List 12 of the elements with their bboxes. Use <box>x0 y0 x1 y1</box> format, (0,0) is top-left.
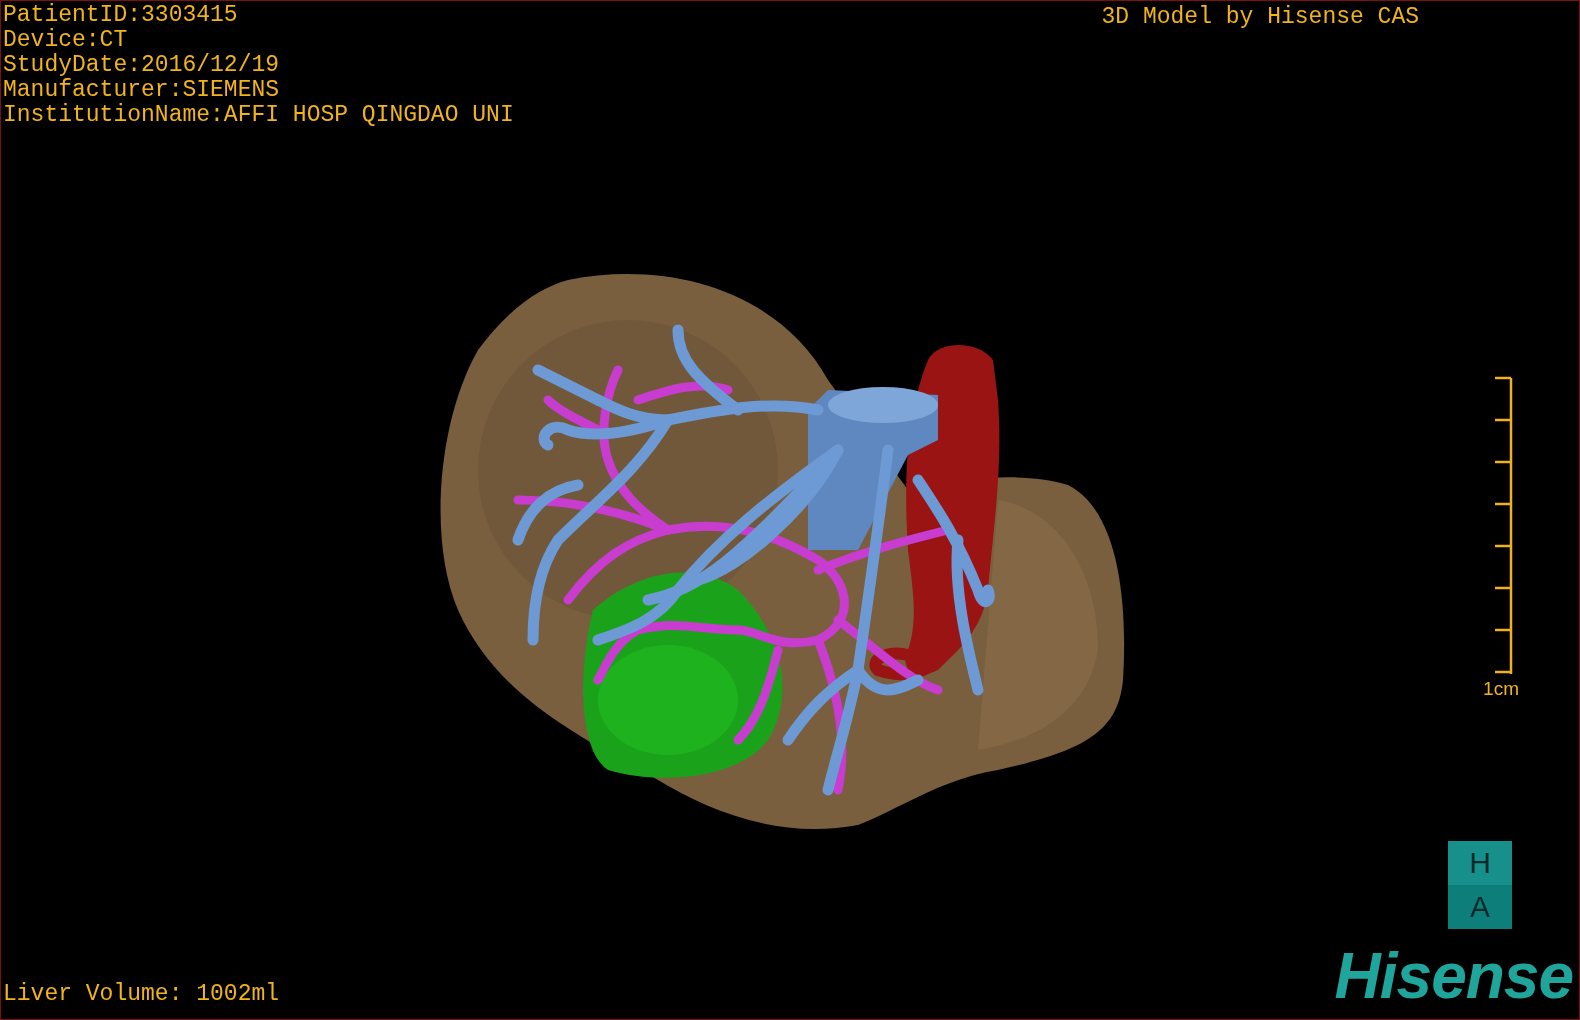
cube-face-label: H <box>1448 841 1512 885</box>
scale-bar-label: 1cm <box>1483 678 1519 700</box>
patient-info-line: Manufacturer:SIEMENS <box>3 78 281 103</box>
model-title: 3D Model by Hisense CAS <box>1101 3 1419 32</box>
orientation-cube[interactable]: H A <box>1448 841 1512 929</box>
patient-info-line: Device:CT <box>3 28 129 53</box>
patient-info-line: InstitutionName:AFFI HOSP QINGDAO UNI <box>3 103 514 128</box>
brand-logo: Hisense <box>1334 941 1574 1011</box>
cube-face-label: A <box>1448 885 1512 929</box>
patient-info-line: PatientID:3303415 <box>3 3 239 28</box>
patient-info-line: StudyDate:2016/12/19 <box>3 53 281 78</box>
liver-volume-text: Liver Volume: 1002ml <box>2 981 280 1009</box>
